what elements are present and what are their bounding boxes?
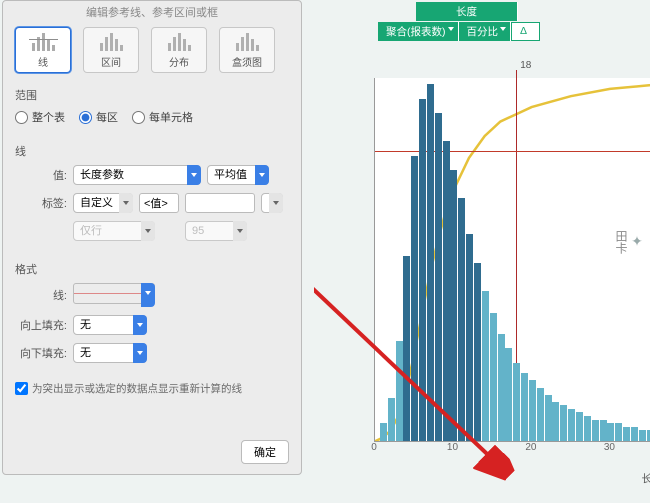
fill-up-label: 向上填充: <box>15 317 67 333</box>
scope-per-pane[interactable]: 每区 <box>79 109 118 125</box>
value-label: 值: <box>15 167 67 183</box>
sidebar-pin[interactable]: ✦ 田卡 <box>613 230 646 254</box>
tab-label: 线 <box>38 54 48 69</box>
tab-label: 区间 <box>101 54 121 69</box>
reference-line-dialog: 编辑参考线、参考区间或框 线 区间 分布 盒须图 范围 整个表 每区 每单元格 … <box>2 0 302 475</box>
tab-boxplot[interactable]: 盒须图 <box>219 27 275 73</box>
only-line-select: 仅行 <box>73 221 155 241</box>
ok-button[interactable]: 确定 <box>241 440 289 464</box>
scope-per-cell[interactable]: 每单元格 <box>132 109 193 125</box>
dialog-tabs: 线 区间 分布 盒须图 <box>3 23 301 81</box>
tab-band[interactable]: 区间 <box>83 27 139 73</box>
label-mode-select[interactable]: 自定义 <box>73 193 133 213</box>
confidence-select: 95 <box>185 221 247 241</box>
chart-panel: 聚合(报表数) 百分比 Δ 长度 18 80% 长度 100%90%80%70%… <box>314 0 650 503</box>
tab-line[interactable]: 线 <box>15 27 71 73</box>
label-template-input[interactable] <box>139 193 179 213</box>
value-field-select[interactable]: 长度参数 <box>73 165 201 185</box>
line-style-label: 线: <box>15 287 67 303</box>
line-style-swatch[interactable] <box>73 283 155 304</box>
scope-heading: 范围 <box>15 87 289 103</box>
pin-icon: ✦ <box>630 234 646 250</box>
tab-distribution[interactable]: 分布 <box>151 27 207 73</box>
line-section: 线 值: 长度参数 平均值 标签: 自定义 仅行 95 <box>3 137 301 255</box>
fill-down-label: 向下填充: <box>15 345 67 361</box>
recalc-checkbox-input[interactable] <box>15 382 28 395</box>
annotation-arrow <box>314 0 650 503</box>
value-agg-select[interactable]: 平均值 <box>207 165 269 185</box>
tab-label: 分布 <box>169 54 189 69</box>
dialog-title: 编辑参考线、参考区间或框 <box>3 1 301 23</box>
tab-label: 盒须图 <box>232 54 262 69</box>
fill-up-select[interactable]: 无 <box>73 315 147 335</box>
fill-down-select[interactable]: 无 <box>73 343 147 363</box>
line-heading: 线 <box>15 143 289 159</box>
recalc-checkbox[interactable]: 为突出显示或选定的数据点显示重新计算的线 <box>3 377 301 400</box>
format-section: 格式 线: 向上填充: 无 向下填充: 无 <box>3 255 301 377</box>
label-extra-select[interactable] <box>261 193 283 213</box>
scope-section: 范围 整个表 每区 每单元格 <box>3 81 301 137</box>
label-label: 标签: <box>15 195 67 211</box>
scope-entire-table[interactable]: 整个表 <box>15 109 65 125</box>
format-heading: 格式 <box>15 261 289 277</box>
label-extra-input[interactable] <box>185 193 255 213</box>
